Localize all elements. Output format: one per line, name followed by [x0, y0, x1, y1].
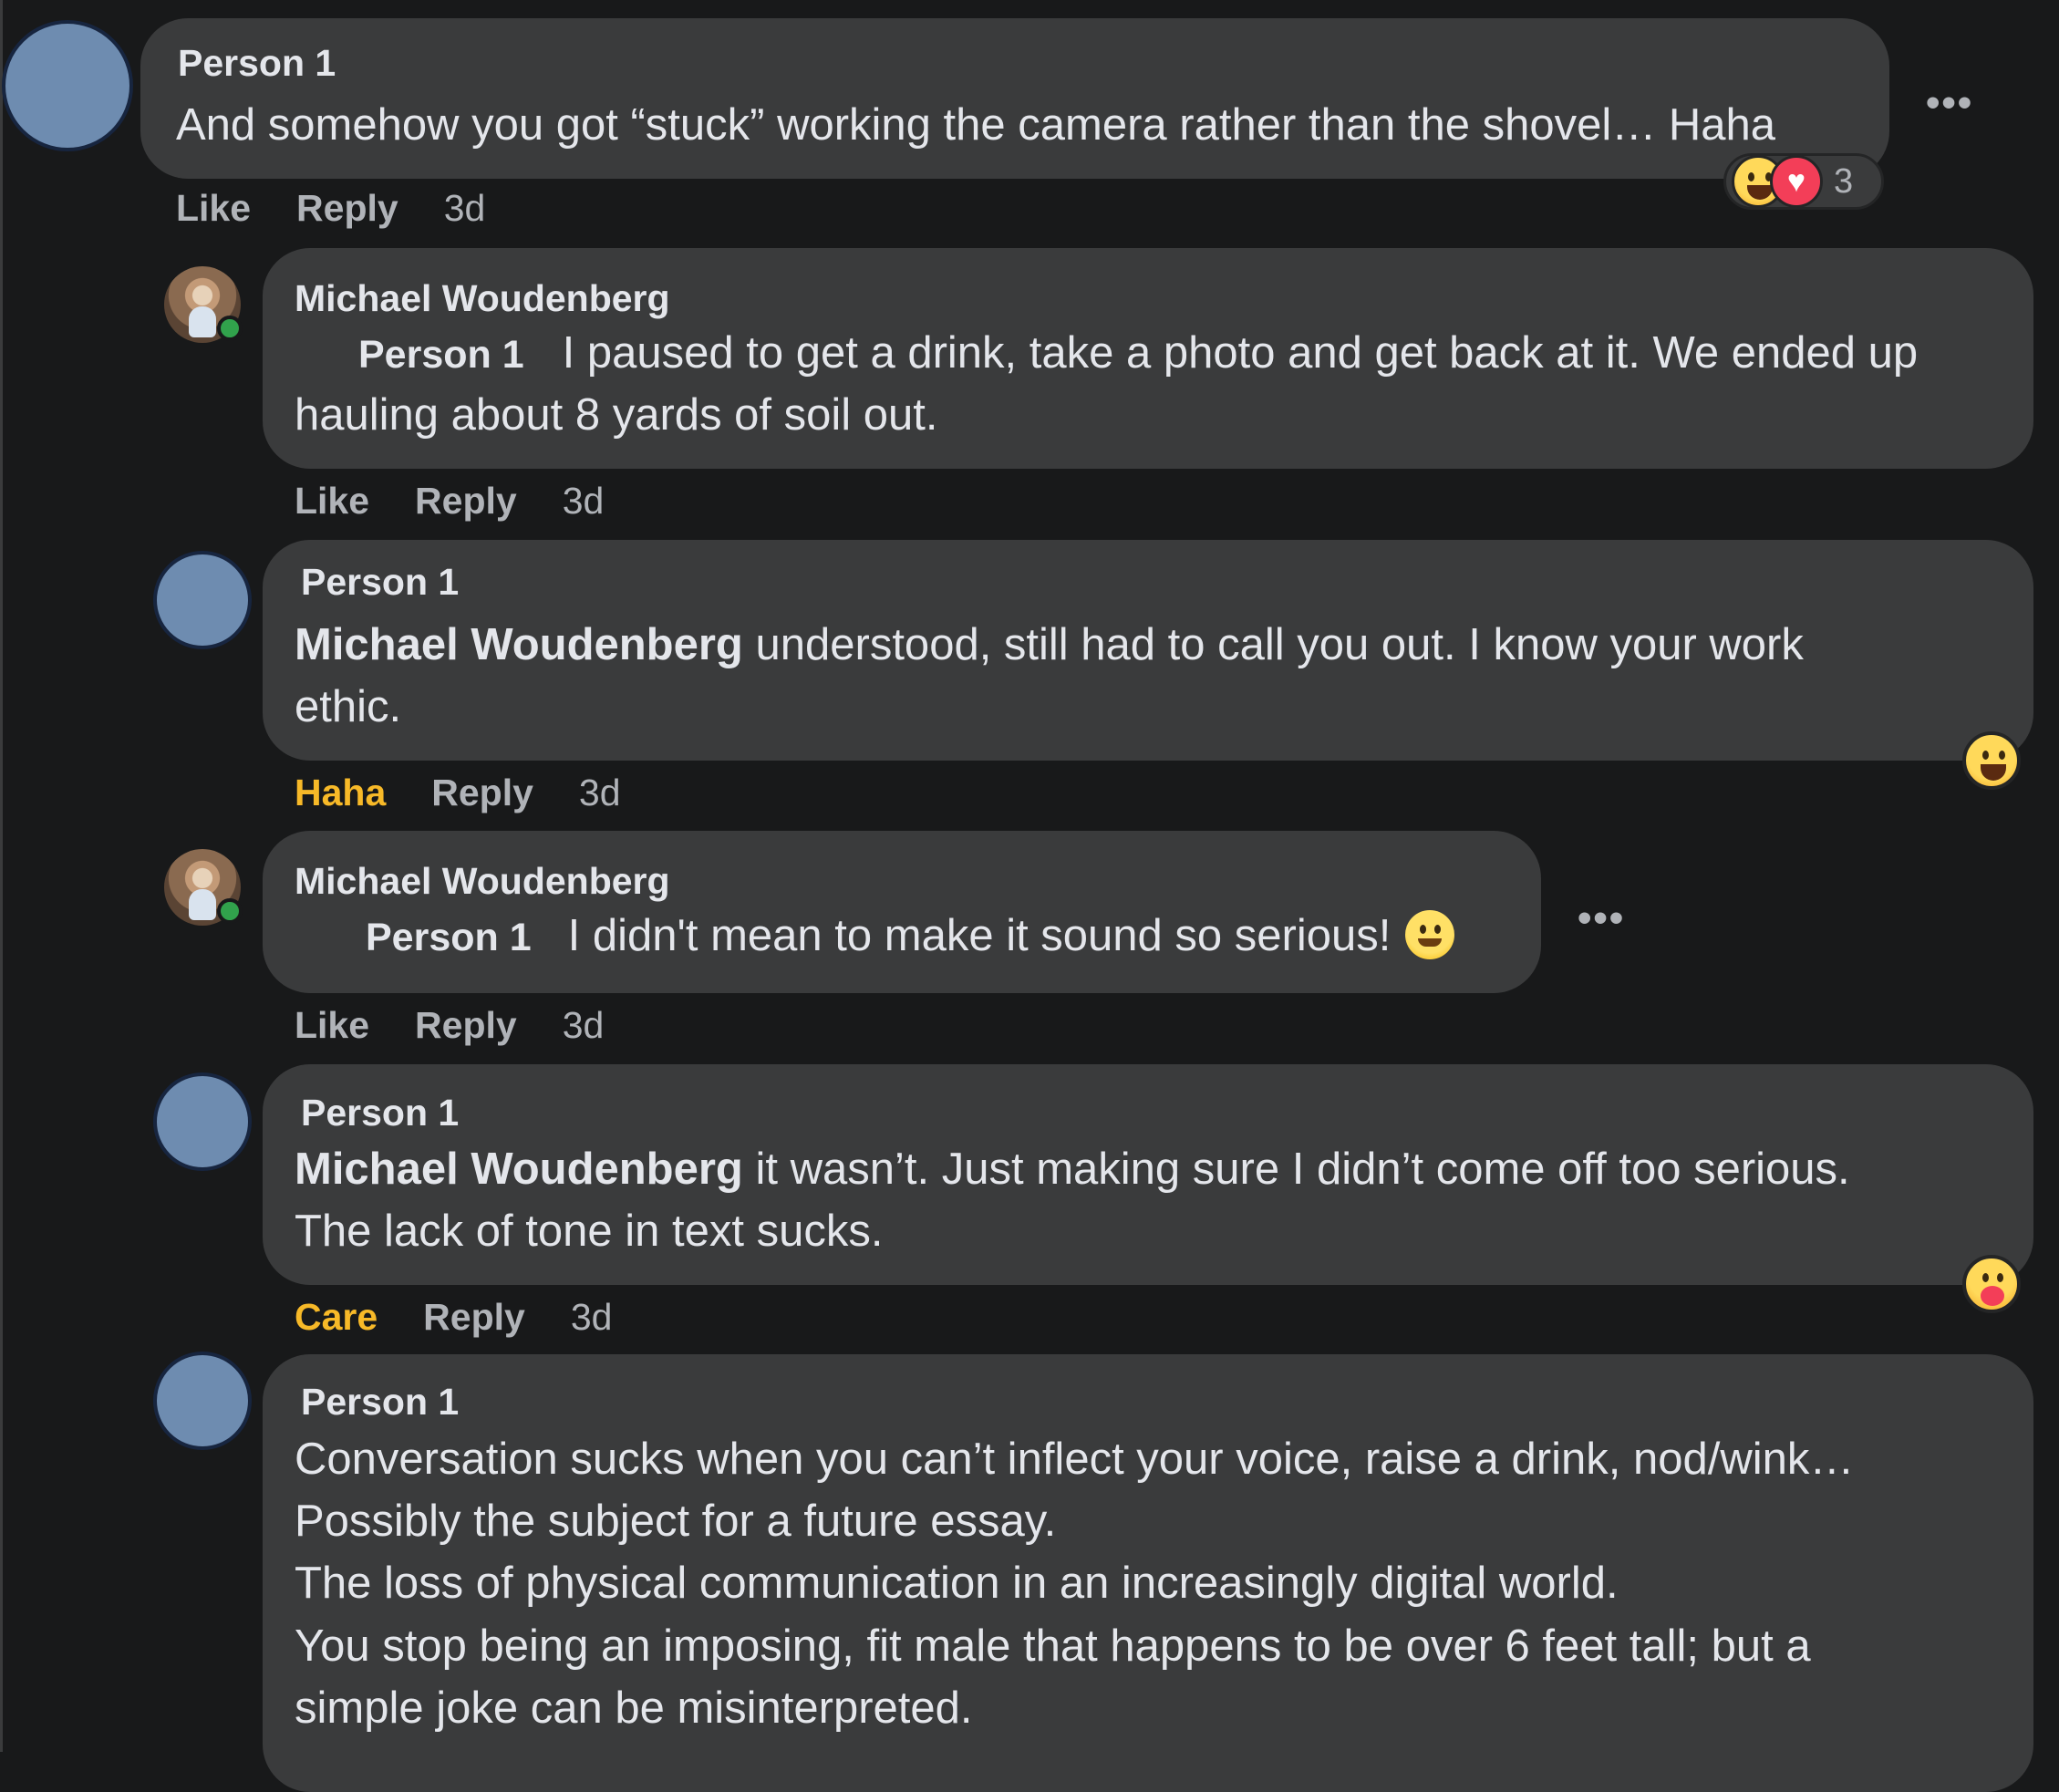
comment-text-line-3: The loss of physical communication in an… [295, 1559, 1619, 1608]
smile-emoji-icon [1405, 910, 1455, 959]
haha-reaction-icon[interactable] [1962, 731, 2021, 790]
timestamp[interactable]: 3d [571, 1296, 613, 1339]
mention-link[interactable]: Michael Woudenberg [295, 1145, 743, 1194]
reply-button[interactable]: Reply [423, 1296, 525, 1339]
mention-link[interactable]: Person 1 [366, 916, 532, 959]
online-status-icon [217, 898, 243, 924]
comment-actions: Like Reply 3d [295, 1004, 649, 1047]
reaction-summary[interactable]: ♥ 3 [1723, 153, 1884, 210]
comment-text: Person 1I didn't mean to make it sound s… [295, 905, 1455, 969]
avatar-michael-woudenberg[interactable] [164, 266, 243, 343]
reply-button[interactable]: Reply [415, 1004, 517, 1047]
care-button[interactable]: Care [295, 1296, 378, 1339]
comment-text-line-1: Conversation sucks when you can’t inflec… [295, 1435, 1855, 1484]
comment-text-line-2: Possibly the subject for a future essay. [295, 1497, 1057, 1546]
comment-actions: Care Reply 3d [295, 1296, 657, 1339]
avatar-michael-woudenberg[interactable] [164, 849, 243, 926]
comment-text-line-2: ethic. [295, 682, 402, 731]
comment-text: And somehow you got “stuck” working the … [176, 100, 1775, 150]
more-options-icon[interactable]: ••• [1926, 80, 1973, 126]
mention-link[interactable]: Person 1 [358, 333, 524, 377]
haha-button[interactable]: Haha [295, 772, 386, 814]
comment-text-line-5: simple joke can be misinterpreted. [295, 1683, 973, 1733]
reaction-count: 3 [1834, 161, 1854, 201]
like-button[interactable]: Like [295, 1004, 369, 1047]
comment-author[interactable]: Person 1 [301, 561, 459, 604]
comment-text: Person 1I paused to get a drink, take a … [358, 328, 1919, 378]
comment-actions: Like Reply 3d [295, 480, 649, 523]
avatar-photo [189, 889, 216, 920]
reply-button[interactable]: Reply [431, 772, 533, 814]
thread-line [0, 0, 3, 1752]
avatar-person-1[interactable] [153, 1072, 252, 1171]
comment-text-line-4: You stop being an imposing, fit male tha… [295, 1621, 1811, 1671]
comment-text-line-2: hauling about 8 yards of soil out. [295, 390, 938, 440]
like-button[interactable]: Like [176, 187, 251, 230]
comment-author[interactable]: Michael Woudenberg [295, 277, 670, 320]
timestamp[interactable]: 3d [563, 1004, 605, 1047]
avatar-person-1[interactable] [153, 551, 252, 649]
love-reaction-icon: ♥ [1770, 155, 1823, 208]
reply-button[interactable]: Reply [415, 480, 517, 523]
comment-text: Michael Woudenberg understood, still had… [295, 620, 1804, 669]
like-button[interactable]: Like [295, 480, 369, 523]
comment-actions: Like Reply 3d [176, 187, 531, 230]
comment-text: Michael Woudenberg it wasn’t. Just makin… [295, 1145, 1850, 1194]
avatar-person-1[interactable] [2, 20, 133, 151]
online-status-icon [217, 316, 243, 341]
care-reaction-icon[interactable] [1962, 1255, 2021, 1313]
timestamp[interactable]: 3d [563, 480, 605, 523]
comment-actions: Haha Reply 3d [295, 772, 667, 814]
avatar-photo [189, 306, 216, 337]
more-options-icon[interactable]: ••• [1578, 896, 1625, 941]
comment-author[interactable]: Michael Woudenberg [295, 860, 670, 903]
comment-author[interactable]: Person 1 [301, 1092, 459, 1134]
comment-author[interactable]: Person 1 [301, 1381, 459, 1424]
mention-link[interactable]: Michael Woudenberg [295, 620, 743, 669]
avatar-person-1[interactable] [153, 1352, 252, 1450]
timestamp[interactable]: 3d [444, 187, 486, 230]
timestamp[interactable]: 3d [579, 772, 621, 814]
reply-button[interactable]: Reply [296, 187, 398, 230]
comment-author[interactable]: Person 1 [178, 42, 336, 85]
comment-text-line-2: The lack of tone in text sucks. [295, 1207, 884, 1256]
